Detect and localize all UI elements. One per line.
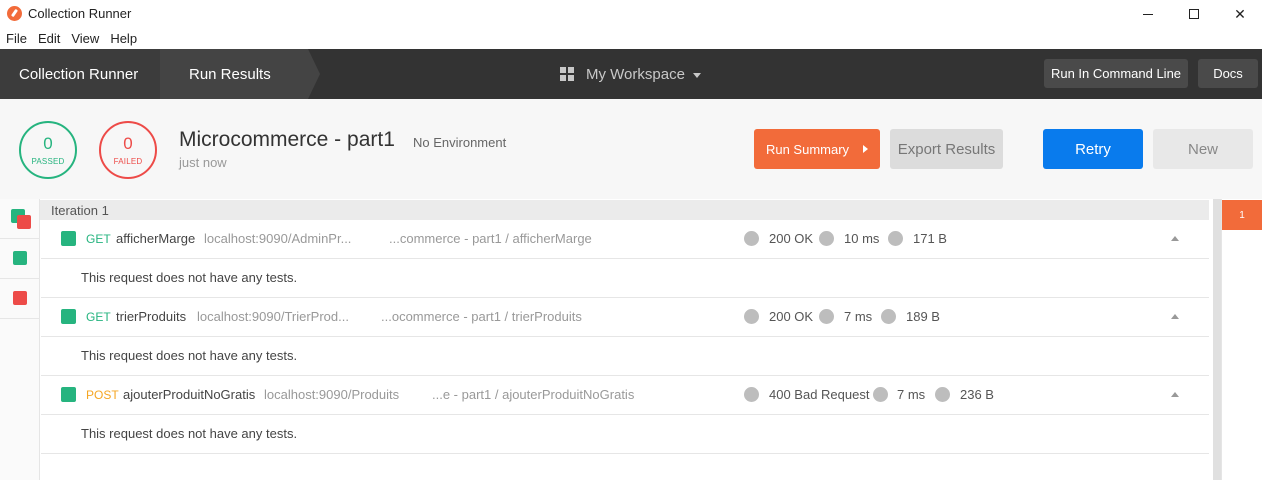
- iteration-status-cell[interactable]: [0, 199, 40, 239]
- request-name: afficherMarge: [116, 231, 196, 246]
- maximize-icon: [1189, 9, 1199, 19]
- request-row[interactable]: GET afficherMarge localhost:9090/AdminPr…: [41, 220, 1209, 259]
- menu-help[interactable]: Help: [105, 31, 142, 46]
- export-results-button[interactable]: Export Results: [890, 129, 1003, 169]
- iteration-list: [1221, 199, 1262, 480]
- collapse-caret-icon[interactable]: [1171, 392, 1179, 397]
- request-row[interactable]: GET trierProduits localhost:9090/TrierPr…: [41, 298, 1209, 337]
- menu-file[interactable]: File: [1, 31, 32, 46]
- request-name: ajouterProduitNoGratis: [123, 387, 256, 402]
- request-method: GET: [86, 232, 111, 246]
- response-status: 200 OK: [769, 309, 814, 324]
- fail-square-icon: [13, 291, 27, 305]
- close-icon: ✕: [1234, 5, 1246, 22]
- results-scrollbar[interactable]: [1213, 199, 1221, 480]
- no-tests-message: This request does not have any tests.: [81, 270, 298, 285]
- maximize-button[interactable]: [1171, 0, 1217, 28]
- response-time: 10 ms: [844, 231, 880, 246]
- response-size: 171 B: [913, 231, 947, 246]
- no-tests-message: This request does not have any tests.: [81, 348, 298, 363]
- response-status: 400 Bad Request: [769, 387, 870, 402]
- title-bar: Collection Runner ✕: [0, 0, 1262, 28]
- passed-counter: 0 PASSED: [19, 121, 77, 179]
- chevron-down-icon: [692, 72, 701, 78]
- breadcrumb-run-results[interactable]: Run Results: [160, 49, 320, 99]
- iteration-label: Iteration 1: [51, 203, 109, 218]
- request-url: localhost:9090/AdminPr...: [204, 231, 352, 246]
- failed-counter: 0 FAILED: [99, 121, 157, 179]
- workspace-grid-icon: [560, 67, 574, 81]
- retry-button[interactable]: Retry: [1043, 129, 1143, 169]
- iteration-header: Iteration 1: [40, 200, 1209, 220]
- pass-square-icon: [61, 231, 76, 246]
- menu-edit[interactable]: Edit: [33, 31, 65, 46]
- request-method: GET: [86, 310, 111, 324]
- iteration-sidebar: [0, 199, 40, 480]
- workspace-selector[interactable]: My Workspace: [560, 49, 701, 99]
- menu-bar: File Edit View Help: [0, 28, 1262, 49]
- status-dot-icon: [744, 231, 759, 246]
- fail-filter-cell[interactable]: [0, 279, 40, 319]
- status-dot-icon: [744, 309, 759, 324]
- passed-count: 0: [43, 133, 53, 153]
- run-summary-button[interactable]: Run Summary: [754, 129, 880, 169]
- request-tests-row: This request does not have any tests.: [41, 259, 1209, 298]
- request-path: ...ocommerce - part1 / trierProduits: [381, 309, 582, 324]
- pass-square-icon: [61, 387, 76, 402]
- response-size: 236 B: [960, 387, 994, 402]
- run-timestamp: just now: [179, 155, 227, 170]
- request-path: ...e - part1 / ajouterProduitNoGratis: [432, 387, 635, 402]
- request-row[interactable]: POST ajouterProduitNoGratis localhost:90…: [41, 376, 1209, 415]
- environment-name: No Environment: [413, 135, 507, 150]
- play-icon: [863, 145, 869, 153]
- minimize-button[interactable]: [1125, 0, 1171, 28]
- runner-toolbar: Collection Runner Run Results My Workspa…: [0, 49, 1262, 99]
- docs-button[interactable]: Docs: [1198, 59, 1258, 88]
- fail-square-icon: [17, 215, 31, 229]
- request-path: ...commerce - part1 / afficherMarge: [389, 231, 592, 246]
- workspace-label: My Workspace: [586, 65, 685, 83]
- minimize-icon: [1143, 13, 1153, 15]
- failed-label: FAILED: [113, 156, 143, 166]
- run-summary-header: 0 PASSED 0 FAILED Microcommerce - part1 …: [0, 99, 1262, 199]
- response-time: 7 ms: [897, 387, 926, 402]
- request-name: trierProduits: [116, 309, 187, 324]
- time-dot-icon: [873, 387, 888, 402]
- collapse-caret-icon[interactable]: [1171, 314, 1179, 319]
- close-button[interactable]: ✕: [1217, 0, 1262, 28]
- pass-filter-cell[interactable]: [0, 239, 40, 279]
- postman-logo-icon: [7, 6, 22, 21]
- request-method: POST: [86, 388, 119, 402]
- new-button[interactable]: New: [1153, 129, 1253, 169]
- size-dot-icon: [888, 231, 903, 246]
- pass-square-icon: [13, 251, 27, 265]
- response-status: 200 OK: [769, 231, 814, 246]
- collection-name: Microcommerce - part1: [179, 128, 395, 151]
- collapse-caret-icon[interactable]: [1171, 236, 1179, 241]
- request-tests-row: This request does not have any tests.: [41, 337, 1209, 376]
- size-dot-icon: [881, 309, 896, 324]
- request-url: localhost:9090/TrierProd...: [197, 309, 349, 324]
- request-url: localhost:9090/Produits: [264, 387, 400, 402]
- status-dot-icon: [744, 387, 759, 402]
- no-tests-message: This request does not have any tests.: [81, 426, 298, 441]
- breadcrumb-collection-runner[interactable]: Collection Runner: [0, 49, 174, 99]
- response-size: 189 B: [906, 309, 940, 324]
- request-tests-row: This request does not have any tests.: [41, 415, 1209, 454]
- passed-label: PASSED: [31, 156, 65, 166]
- time-dot-icon: [819, 309, 834, 324]
- run-summary-label: Run Summary: [765, 141, 850, 157]
- failed-count: 0: [123, 133, 133, 153]
- pass-square-icon: [61, 309, 76, 324]
- iteration-badge[interactable]: 1: [1222, 200, 1262, 230]
- window-title: Collection Runner: [28, 6, 132, 21]
- size-dot-icon: [935, 387, 950, 402]
- menu-view[interactable]: View: [66, 31, 104, 46]
- time-dot-icon: [819, 231, 834, 246]
- response-time: 7 ms: [844, 309, 873, 324]
- run-in-command-line-button[interactable]: Run In Command Line: [1044, 59, 1188, 88]
